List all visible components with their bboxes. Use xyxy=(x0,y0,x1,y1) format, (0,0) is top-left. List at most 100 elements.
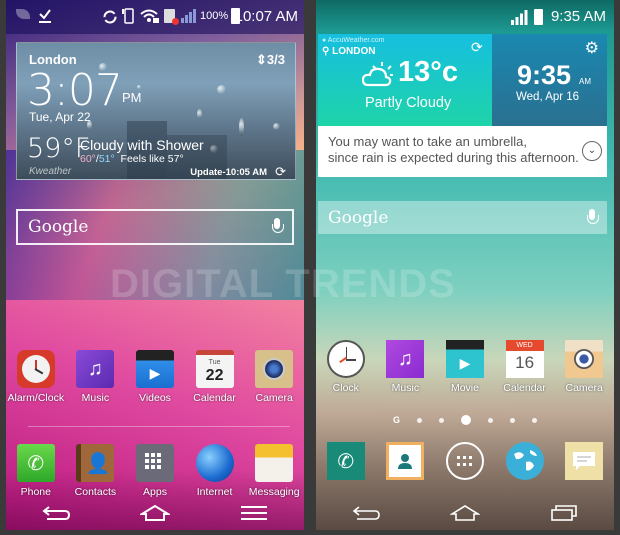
globe-icon xyxy=(195,444,234,482)
app-clock[interactable]: Clock xyxy=(317,340,375,394)
app-videos[interactable]: ▶ Videos xyxy=(126,350,184,404)
dock: ✆ xyxy=(316,442,614,480)
high-low-feels: 60°/51° Feels like 57° xyxy=(80,153,184,165)
app-label: Camera xyxy=(255,392,293,404)
app-label: Calendar xyxy=(193,392,236,404)
raindrop xyxy=(197,109,202,119)
dock-contacts[interactable]: 👤 Contacts xyxy=(66,444,124,498)
messaging-icon xyxy=(565,442,604,480)
app-music[interactable]: ♫ Music xyxy=(66,350,124,404)
page-dot-active[interactable] xyxy=(461,415,471,425)
app-music[interactable]: ♫ Music xyxy=(376,340,434,394)
widget-page-indicator[interactable]: ⇕3/3 xyxy=(256,52,285,68)
app-calendar[interactable]: WED 16 Calendar xyxy=(496,340,554,394)
weather-source: ● AccuWeather.com xyxy=(322,37,385,44)
widget-clock: 9:35 xyxy=(517,60,572,90)
app-label: Clock xyxy=(332,382,359,394)
app-calendar[interactable]: Tue 22 Calendar xyxy=(186,350,244,404)
partly-cloudy-icon xyxy=(362,62,393,87)
feels-like: Feels like 57° xyxy=(120,153,184,165)
dock-internet[interactable]: Internet xyxy=(186,444,244,498)
messaging-icon xyxy=(255,444,294,482)
weather-brand: Kweather xyxy=(29,166,72,177)
current-temperature: 13°c xyxy=(398,56,458,88)
app-label: Music xyxy=(391,382,420,394)
calendar-date: 22 xyxy=(205,367,224,384)
app-camera[interactable]: Camera xyxy=(555,340,613,394)
app-label: Movie xyxy=(450,382,479,394)
globe-icon xyxy=(505,442,544,480)
google-logo: Google xyxy=(28,217,89,237)
status-time: 9:35 AM xyxy=(550,8,606,25)
back-button[interactable] xyxy=(36,501,76,525)
home-icon xyxy=(139,504,170,521)
page-dot[interactable] xyxy=(417,417,422,423)
dock-divider xyxy=(28,426,290,427)
sync-icon xyxy=(103,10,117,24)
battery-icon xyxy=(534,9,543,25)
page-dot[interactable] xyxy=(439,417,444,423)
clock-panel: ⚙ 9:35 AM Wed, Apr 16 xyxy=(492,34,607,126)
dock-apps[interactable] xyxy=(436,442,494,480)
app-label: Music xyxy=(81,392,110,404)
refresh-icon[interactable]: ⟳ xyxy=(275,164,286,179)
page-indicator: G xyxy=(316,415,614,425)
apps-grid-icon xyxy=(135,444,174,482)
apps-grid-icon xyxy=(445,442,484,480)
menu-button[interactable] xyxy=(234,501,274,525)
app-alarm-clock[interactable]: Alarm/Clock xyxy=(7,350,65,404)
app-label: Camera xyxy=(565,382,603,394)
google-search-bar[interactable]: Google xyxy=(318,201,607,234)
home-button[interactable] xyxy=(445,501,485,525)
dock-messaging[interactable] xyxy=(555,442,613,480)
music-icon: ♫ xyxy=(76,350,115,388)
google-search-bar[interactable]: Google xyxy=(16,209,294,245)
weather-city: ⚲ LONDON xyxy=(322,46,376,57)
dock-messaging[interactable]: Messaging xyxy=(245,444,303,498)
clock-icon xyxy=(326,340,365,378)
app-camera[interactable]: Camera xyxy=(245,350,303,404)
home-button[interactable] xyxy=(135,501,175,525)
app-row: Clock ♫ Music ▶ Movie WED 16 Calendar Ca… xyxy=(316,340,614,394)
download-icon xyxy=(39,9,51,23)
raindrop xyxy=(239,118,244,136)
expand-chevron-icon[interactable]: ⌄ xyxy=(582,141,602,161)
right-phone-screen: 9:35 AM ● AccuWeather.com ⚲ LONDON ⟳ 13°… xyxy=(316,0,614,530)
app-movie[interactable]: ▶ Movie xyxy=(436,340,494,394)
dock-apps[interactable]: Apps xyxy=(126,444,184,498)
recent-apps-button[interactable] xyxy=(544,501,584,525)
calendar-day: Tue xyxy=(208,359,221,366)
dock-phone[interactable]: ✆ xyxy=(317,442,375,480)
page-dot[interactable] xyxy=(510,417,515,423)
microphone-icon[interactable] xyxy=(587,208,599,227)
signal-icon xyxy=(181,9,196,23)
phone-icon: ✆ xyxy=(16,444,55,482)
refresh-icon[interactable]: ⟳ xyxy=(471,39,483,56)
weather-condition: Partly Cloudy xyxy=(365,95,452,111)
camera-icon xyxy=(255,350,294,388)
temp-high: 60° xyxy=(80,153,96,165)
page-dot[interactable] xyxy=(488,417,493,423)
back-button[interactable] xyxy=(346,501,386,525)
weather-widget[interactable]: ● AccuWeather.com ⚲ LONDON ⟳ 13°c Partly… xyxy=(318,34,607,177)
app-label: Videos xyxy=(139,392,171,404)
page-dot[interactable] xyxy=(532,417,537,423)
back-icon xyxy=(352,506,380,520)
google-page-dot[interactable]: G xyxy=(393,415,400,425)
status-bar: 100% 10:07 AM xyxy=(6,0,304,34)
camera-icon xyxy=(565,340,604,378)
weather-condition: Cloudy with Shower xyxy=(80,137,204,153)
microphone-icon[interactable] xyxy=(272,218,284,236)
status-bar: 9:35 AM xyxy=(316,0,614,34)
weather-widget[interactable]: London ⇕3/3 3:07 PM Tue, Apr 22 59°F Clo… xyxy=(16,42,296,180)
up-down-icon: ⇕ xyxy=(256,52,267,67)
weather-panel: ● AccuWeather.com ⚲ LONDON ⟳ 13°c Partly… xyxy=(318,34,492,126)
music-icon: ♫ xyxy=(386,340,425,378)
dock-internet[interactable] xyxy=(496,442,554,480)
navigation-bar xyxy=(6,496,304,530)
dock-phone[interactable]: ✆ Phone xyxy=(7,444,65,498)
dock-contacts[interactable] xyxy=(376,442,434,480)
settings-gear-icon[interactable]: ⚙ xyxy=(585,38,599,58)
videos-icon: ▶ xyxy=(135,350,174,388)
back-icon xyxy=(42,506,70,520)
